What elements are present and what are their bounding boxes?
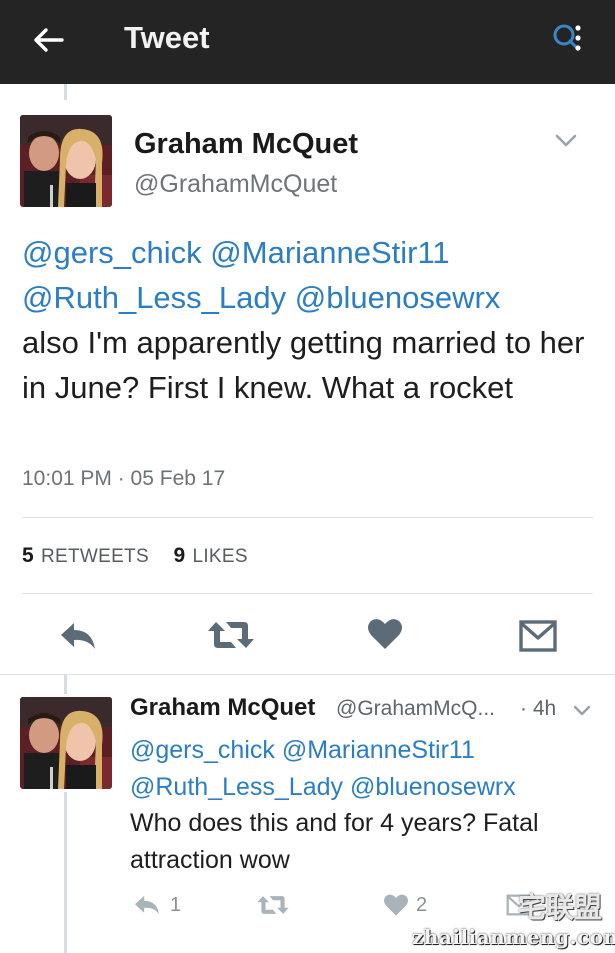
app-bar: Tweet [0,0,615,84]
divider [22,517,593,518]
thread-line-reply-below [64,792,67,953]
like-count: 2 [416,894,428,916]
tweet-stats: 5 RETWEETS 9 LIKES [22,544,248,568]
author-handle[interactable]: @GrahamMcQuet [134,170,337,199]
reply-author-handle[interactable]: @GrahamMcQ... [336,697,495,721]
watermark-en: zhailianmeng.com [412,925,615,949]
mention-line-1: @gers_chick @MarianneStir11 [22,230,602,275]
mention-link[interactable]: @bluenosewrx [295,280,501,315]
arrow-left-icon[interactable] [30,22,66,58]
mention-link[interactable]: @gers_chick [130,736,275,764]
thread-line-reply [64,674,67,694]
retweets-stat[interactable]: 5 RETWEETS [22,544,149,567]
retweet-icon[interactable] [256,893,290,922]
mention-line-1: @gers_chick @MarianneStir11 [130,732,600,769]
search-icon[interactable] [548,18,588,58]
likes-stat[interactable]: 9 LIKES [173,544,248,567]
likes-label: LIKES [192,546,248,567]
mention-link[interactable]: @bluenosewrx [350,773,516,801]
mention-link[interactable]: @Ruth_Less_Lady [22,280,286,315]
envelope-icon[interactable] [518,618,558,659]
reply-author-name[interactable]: Graham McQuet [130,694,315,722]
mention-link[interactable]: @gers_chick [22,235,202,270]
page-title: Tweet [124,20,210,55]
avatar[interactable] [20,697,112,789]
retweets-label: RETWEETS [40,546,149,567]
mention-line-2: @Ruth_Less_Lady @bluenosewrx [130,769,600,806]
avatar[interactable] [20,115,112,207]
tweet-text: @gers_chick @MarianneStir11 @Ruth_Less_L… [22,230,602,410]
mention-link[interactable]: @Ruth_Less_Lady [130,773,343,801]
tweet-message: also I'm apparently getting married to h… [22,325,585,405]
reply-icon[interactable] [58,619,98,658]
tweet-timestamp: 10:01 PM · 05 Feb 17 [22,467,226,490]
thread-line-top [64,84,67,100]
mention-link[interactable]: @MarianneStir11 [282,736,475,764]
chevron-down-icon[interactable] [554,133,578,154]
reply-time: · 4h [520,697,557,720]
retweets-count: 5 [22,544,34,567]
heart-icon[interactable] [383,893,409,922]
divider [0,674,615,675]
reply-text: @gers_chick @MarianneStir11 @Ruth_Less_L… [130,732,600,878]
reply-count: 1 [170,894,182,916]
divider [22,593,593,594]
heart-icon[interactable] [367,617,403,656]
reply-icon[interactable] [132,893,162,922]
retweet-icon[interactable] [206,618,256,657]
author-name[interactable]: Graham McQuet [134,128,358,161]
likes-count: 9 [173,544,186,567]
reply-message: Who does this and for 4 years? Fatal att… [130,809,539,874]
watermark-cn: 宅联盟 [518,891,603,924]
mention-link[interactable]: @MarianneStir11 [210,235,449,270]
chevron-down-icon[interactable] [572,704,592,723]
mention-line-2: @Ruth_Less_Lady @bluenosewrx [22,275,602,320]
